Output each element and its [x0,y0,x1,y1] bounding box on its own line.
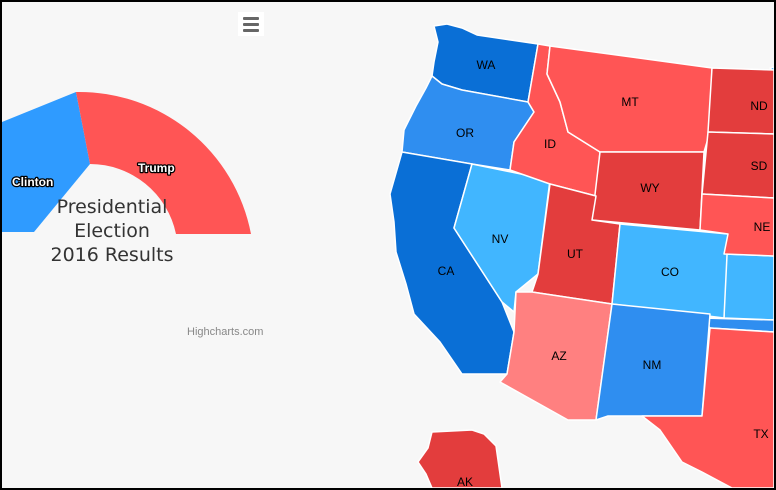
state-label-NM: NM [643,358,662,372]
state-label-MT: MT [621,95,639,109]
state-label-NE: NE [754,220,771,234]
state-label-CA: CA [438,264,455,278]
state-label-TX: TX [753,427,768,441]
state-label-WA: WA [477,58,496,72]
highcharts-credits-link[interactable]: Highcharts.com [187,326,263,338]
chart-panel: Clinton Trump Presidential Election 2016… [2,2,280,347]
state-label-AZ: AZ [551,349,566,363]
state-label-AK: AK [457,475,473,488]
chart-title-line-1: Presidential [56,196,168,218]
state-label-UT: UT [567,247,584,261]
state-label-SD: SD [751,159,768,173]
state-label-WY: WY [640,181,659,195]
chart-title-line-3: 2016 Results [50,244,174,266]
pie-label-trump: Trump [138,161,175,175]
state-label-ID: ID [544,137,556,151]
state-KS[interactable] [723,253,774,321]
state-label-ND: ND [750,99,768,113]
state-label-OR: OR [456,126,474,140]
state-label-NV: NV [492,232,509,246]
pie-label-clinton: Clinton [12,175,53,189]
chart-title-line-2: Election [74,220,150,242]
chart-title: Presidential Election 2016 Results [22,195,202,267]
map-frame: WA OR CA NV ID MT WY UT CO AZ NM ND SD N… [0,0,776,490]
hamburger-menu-icon[interactable] [238,12,264,36]
state-label-CO: CO [661,265,679,279]
semi-donut-chart: Clinton Trump [2,91,251,235]
